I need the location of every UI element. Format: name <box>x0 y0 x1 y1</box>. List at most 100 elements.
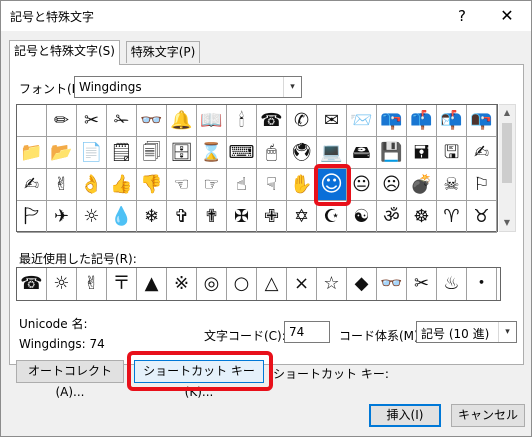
scroll-up-icon[interactable]: ▲ <box>499 105 515 121</box>
symbol-cell[interactable]: 👌 <box>77 169 107 201</box>
char-code-input[interactable]: 74 <box>284 321 330 343</box>
symbol-cell[interactable]: 🖱 <box>257 137 287 169</box>
symbol-cell[interactable]: 💣 <box>407 169 437 201</box>
symbol-cell[interactable]: 😐 <box>347 169 377 201</box>
symbol-cell[interactable]: 🔔 <box>167 105 197 137</box>
scroll-down-icon[interactable]: ▼ <box>499 215 515 231</box>
chevron-down-icon[interactable]: ▾ <box>283 77 301 97</box>
recent-symbol-cell[interactable]: ☎ <box>17 268 47 300</box>
recent-symbol-cell[interactable]: ▲ <box>137 268 167 300</box>
symbol-cell[interactable]: 🗒 <box>107 137 137 169</box>
symbol-cell[interactable]: ✏ <box>47 105 77 137</box>
close-button[interactable]: ✕ <box>487 3 527 29</box>
recent-symbol-cell[interactable]: 〒 <box>107 268 137 300</box>
recent-symbol-cell[interactable]: ◎ <box>197 268 227 300</box>
recent-symbol-cell[interactable]: ✂ <box>407 268 437 300</box>
recent-symbol-cell[interactable]: ✌ <box>77 268 107 300</box>
symbol-cell[interactable]: 🏱 <box>17 201 47 233</box>
symbol-cell[interactable] <box>17 105 47 137</box>
symbol-cell[interactable]: ☯ <box>347 201 377 233</box>
font-select[interactable]: Wingdings ▾ <box>74 76 302 98</box>
symbol-cell[interactable]: ✌ <box>47 169 77 201</box>
recent-symbols-row[interactable]: ☎ ☼ ✌ 〒 ▲ ※ ◎ ○ △ × ☆ ◆ 👓 ✂ ♨ ・ <box>16 267 501 301</box>
symbol-cell[interactable]: ✉ <box>317 105 347 137</box>
scrollbar-thumb[interactable] <box>502 123 512 183</box>
symbol-cell-selected[interactable]: ☺ <box>317 169 347 201</box>
symbol-cell[interactable]: ⌨ <box>227 137 257 169</box>
symbol-cell[interactable]: 📫 <box>407 105 437 137</box>
symbol-cell[interactable]: 📂 <box>47 137 77 169</box>
symbol-cell[interactable]: 👎 <box>137 169 167 201</box>
symbol-cell[interactable]: 📬 <box>437 105 467 137</box>
symbol-cell[interactable]: ♉ <box>467 201 497 233</box>
symbol-cell[interactable]: 📭 <box>467 105 497 137</box>
recent-symbol-cell[interactable]: ☼ <box>47 268 77 300</box>
dialog-title: 記号と特殊文字 <box>10 10 95 24</box>
symbol-cell[interactable]: ✙ <box>257 201 287 233</box>
symbol-cell[interactable]: 💧 <box>107 201 137 233</box>
symbol-cell[interactable]: ☸ <box>407 201 437 233</box>
recent-symbol-cell[interactable]: ○ <box>227 268 257 300</box>
insert-button[interactable]: 挿入(I) <box>369 404 441 427</box>
symbol-cell[interactable]: ✂ <box>77 105 107 137</box>
recent-symbol-cell[interactable]: ◆ <box>347 268 377 300</box>
grid-scrollbar[interactable]: ▲ ▼ <box>499 104 516 232</box>
symbol-cell[interactable]: 🖫 <box>437 137 467 169</box>
symbol-cell[interactable]: ✡ <box>287 201 317 233</box>
symbol-cell[interactable]: ♈ <box>437 201 467 233</box>
recent-symbol-cell[interactable]: △ <box>257 268 287 300</box>
symbol-cell[interactable]: ☼ <box>77 201 107 233</box>
symbol-cell[interactable]: ✞ <box>167 201 197 233</box>
symbol-cell[interactable]: ✋ <box>287 169 317 201</box>
symbol-grid[interactable]: ✏ ✂ ✁ 👓 🔔 📖 🕯 ☎ ✆ ✉ 📨 📪 📫 📬 📭 📁 📂 📄 🗒 🗐 🗄 ⌛ ⌨ 🖱 🖲 💻 🖴 💾 🖬 🖫 ✍ ✍ ✌ 👌 👍 👎 ☜ ☞ ☝ ☟… <box>16 104 498 233</box>
symbol-cell[interactable]: ☪ <box>317 201 347 233</box>
symbol-cell[interactable]: 🖬 <box>407 137 437 169</box>
symbol-cell[interactable]: ☹ <box>377 169 407 201</box>
recent-symbol-cell[interactable]: ・ <box>467 268 497 300</box>
symbol-cell[interactable]: 💾 <box>377 137 407 169</box>
symbol-cell[interactable]: ☠ <box>437 169 467 201</box>
symbol-cell[interactable]: 🖲 <box>287 137 317 169</box>
help-button[interactable]: ? <box>445 3 479 29</box>
symbol-cell[interactable]: 📖 <box>197 105 227 137</box>
symbol-cell[interactable]: ✟ <box>197 201 227 233</box>
symbol-cell[interactable]: ⚐ <box>467 169 497 201</box>
recent-symbol-cell[interactable]: ☆ <box>317 268 347 300</box>
symbol-cell[interactable]: ✠ <box>227 201 257 233</box>
symbol-cell[interactable]: ⌛ <box>197 137 227 169</box>
tab-special-characters[interactable]: 特殊文字(P) <box>126 41 200 63</box>
symbol-cell[interactable]: ☟ <box>257 169 287 201</box>
symbol-cell[interactable]: ✍ <box>467 137 497 169</box>
recent-symbol-cell[interactable]: 👓 <box>377 268 407 300</box>
symbol-cell[interactable]: ॐ <box>377 201 407 233</box>
symbol-cell[interactable]: 🗄 <box>167 137 197 169</box>
symbol-cell[interactable]: 🖴 <box>347 137 377 169</box>
symbol-cell[interactable]: ✍ <box>17 169 47 201</box>
symbol-cell[interactable]: 👓 <box>137 105 167 137</box>
symbol-cell[interactable]: 💻 <box>317 137 347 169</box>
tab-symbols[interactable]: 記号と特殊文字(S) <box>9 40 120 65</box>
symbol-cell[interactable]: ☜ <box>167 169 197 201</box>
recent-symbol-cell[interactable]: ※ <box>167 268 197 300</box>
cancel-button[interactable]: キャンセル <box>451 404 525 427</box>
symbol-cell[interactable]: ☝ <box>227 169 257 201</box>
symbol-cell[interactable]: ☞ <box>197 169 227 201</box>
symbol-cell[interactable]: ☎ <box>257 105 287 137</box>
symbol-cell[interactable]: 👍 <box>107 169 137 201</box>
shortcut-key-button[interactable]: ショートカット キー(K)... <box>134 360 264 399</box>
symbol-cell[interactable]: 📁 <box>17 137 47 169</box>
symbol-cell[interactable]: 🕯 <box>227 105 257 137</box>
recent-symbol-cell[interactable]: ♨ <box>437 268 467 300</box>
recent-symbol-cell[interactable]: × <box>287 268 317 300</box>
code-system-select[interactable]: 記号 (10 進) ▾ <box>416 321 517 343</box>
symbol-cell[interactable]: 📪 <box>377 105 407 137</box>
autocorrect-button[interactable]: オートコレクト(A)... <box>16 360 124 399</box>
chevron-down-icon[interactable]: ▾ <box>498 322 516 342</box>
symbol-cell[interactable]: ❄ <box>137 201 167 233</box>
symbol-cell[interactable]: 📨 <box>347 105 377 137</box>
symbol-cell[interactable]: 📄 <box>77 137 107 169</box>
symbol-cell[interactable]: ✆ <box>287 105 317 137</box>
symbol-cell[interactable]: ✈ <box>47 201 77 233</box>
symbol-cell[interactable]: 🗐 <box>137 137 167 169</box>
symbol-cell[interactable]: ✁ <box>107 105 137 137</box>
